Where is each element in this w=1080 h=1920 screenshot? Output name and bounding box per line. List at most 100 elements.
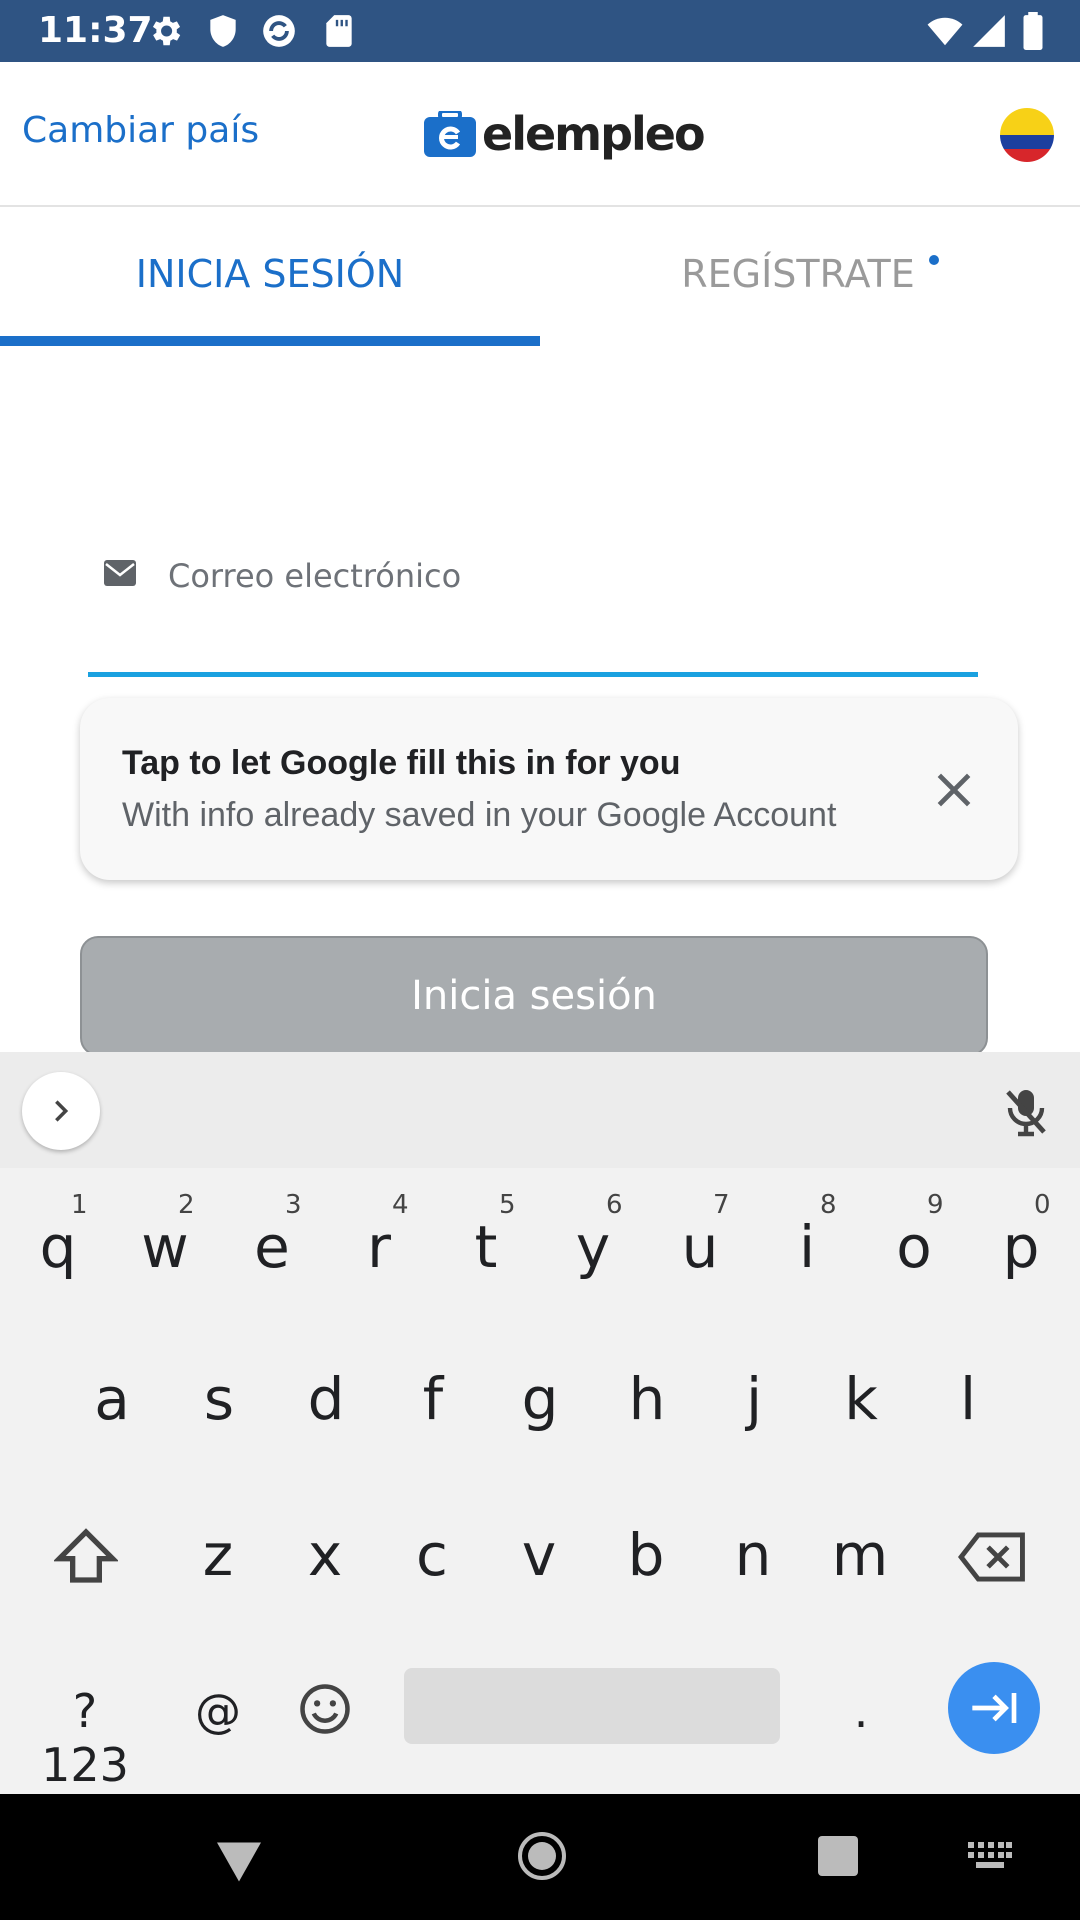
key-e[interactable]: e3 [237, 1190, 307, 1281]
key-c[interactable]: c [397, 1526, 467, 1584]
key-label: g [521, 1365, 559, 1433]
close-icon[interactable] [932, 768, 976, 812]
key-f[interactable]: f [398, 1370, 468, 1428]
key-b[interactable]: b [611, 1526, 681, 1584]
tab-login[interactable]: INICIA SESIÓN [0, 209, 540, 346]
envelope-icon [104, 560, 136, 586]
key-label: z [202, 1521, 234, 1589]
key-label: s [203, 1365, 235, 1433]
back-icon[interactable] [214, 1840, 264, 1884]
key-y[interactable]: y6 [558, 1190, 628, 1281]
key-p[interactable]: p0 [986, 1190, 1056, 1281]
key-label: e [254, 1213, 290, 1281]
key-hint: 0 [1034, 1190, 1051, 1220]
tab-login-label: INICIA SESIÓN [135, 251, 405, 296]
key-z[interactable]: z [183, 1526, 253, 1584]
sync-icon [263, 15, 295, 47]
key-hint: 4 [392, 1190, 409, 1220]
keyboard-expand-button[interactable] [22, 1072, 100, 1150]
key-hint: 9 [927, 1190, 944, 1220]
key-hint: 7 [713, 1190, 730, 1220]
key-hint: 5 [499, 1190, 516, 1220]
key-label: l [959, 1365, 977, 1433]
key-label: t [474, 1213, 498, 1281]
key-label: d [307, 1365, 345, 1433]
login-button[interactable]: Inicia sesión [80, 936, 988, 1056]
period-key[interactable]: . [846, 1684, 876, 1738]
sd-card-icon [326, 15, 352, 47]
status-bar: 11:37 [0, 0, 1080, 62]
email-input[interactable] [168, 540, 948, 612]
emoji-key[interactable] [298, 1682, 352, 1736]
key-hint: 3 [285, 1190, 302, 1220]
app-header: Cambiar país elempleo [0, 62, 1080, 207]
key-q[interactable]: q1 [23, 1190, 93, 1281]
key-label: y [575, 1213, 611, 1281]
enter-key[interactable] [948, 1662, 1040, 1754]
key-m[interactable]: m [825, 1526, 895, 1584]
space-key[interactable] [404, 1668, 780, 1744]
logo-text: elempleo [482, 107, 706, 161]
autofill-subtitle: With info already saved in your Google A… [122, 796, 837, 834]
keyboard-toolbar [0, 1052, 1080, 1168]
key-t[interactable]: t5 [451, 1190, 521, 1281]
chevron-right-icon [55, 1100, 69, 1122]
change-country-link[interactable]: Cambiar país [22, 110, 259, 151]
keyboard-switch-icon[interactable] [968, 1842, 1012, 1870]
colombia-flag[interactable] [1000, 108, 1054, 162]
key-label: m [831, 1521, 889, 1589]
battery-icon [1023, 12, 1043, 50]
key-label: r [367, 1213, 391, 1281]
key-label: w [141, 1213, 189, 1281]
symbols-key[interactable]: ?123 [30, 1684, 140, 1792]
key-hint: 8 [820, 1190, 837, 1220]
key-s[interactable]: s [184, 1370, 254, 1428]
tab-active-indicator [0, 336, 540, 346]
settings-icon [152, 16, 181, 46]
key-d[interactable]: d [291, 1370, 361, 1428]
key-n[interactable]: n [718, 1526, 788, 1584]
key-i[interactable]: i8 [772, 1190, 842, 1276]
key-label: o [896, 1213, 932, 1281]
key-hint: 2 [178, 1190, 195, 1220]
tab-register[interactable]: REGÍSTRATE [540, 209, 1080, 346]
key-w[interactable]: w2 [130, 1190, 200, 1281]
key-k[interactable]: k [826, 1370, 896, 1428]
key-l[interactable]: l [933, 1370, 1003, 1428]
key-label: p [1002, 1213, 1040, 1281]
key-label: u [681, 1213, 719, 1281]
key-label: a [94, 1365, 130, 1433]
home-icon[interactable] [518, 1832, 566, 1880]
key-hint: 1 [71, 1190, 88, 1220]
key-u[interactable]: u7 [665, 1190, 735, 1281]
elempleo-logo: elempleo [424, 104, 706, 164]
key-g[interactable]: g [505, 1370, 575, 1428]
key-x[interactable]: x [290, 1526, 360, 1584]
key-label: v [521, 1521, 557, 1589]
autofill-title: Tap to let Google fill this in for you [122, 744, 681, 782]
shift-key[interactable] [54, 1526, 118, 1586]
mic-off-icon[interactable] [1002, 1086, 1050, 1138]
key-h[interactable]: h [612, 1370, 682, 1428]
wifi-icon [927, 17, 963, 46]
key-label: k [844, 1365, 878, 1433]
cell-signal-icon [973, 15, 1005, 47]
tab-register-label: REGÍSTRATE [681, 251, 915, 296]
shield-icon [210, 15, 236, 47]
key-a[interactable]: a [77, 1370, 147, 1428]
key-r[interactable]: r4 [344, 1190, 414, 1281]
system-nav-bar [0, 1794, 1080, 1920]
key-o[interactable]: o9 [879, 1190, 949, 1281]
backspace-key[interactable] [958, 1530, 1028, 1584]
recents-icon[interactable] [818, 1836, 858, 1876]
at-key[interactable]: @ [188, 1684, 248, 1738]
key-j[interactable]: j [719, 1370, 789, 1428]
key-label: j [745, 1365, 763, 1433]
key-label: x [307, 1521, 343, 1589]
key-v[interactable]: v [504, 1526, 574, 1584]
google-autofill-suggestion[interactable]: Tap to let Google fill this in for you W… [80, 698, 1018, 880]
email-field [88, 540, 978, 678]
email-underline [88, 672, 978, 677]
key-label: q [39, 1213, 77, 1281]
new-indicator-dot [928, 254, 939, 265]
